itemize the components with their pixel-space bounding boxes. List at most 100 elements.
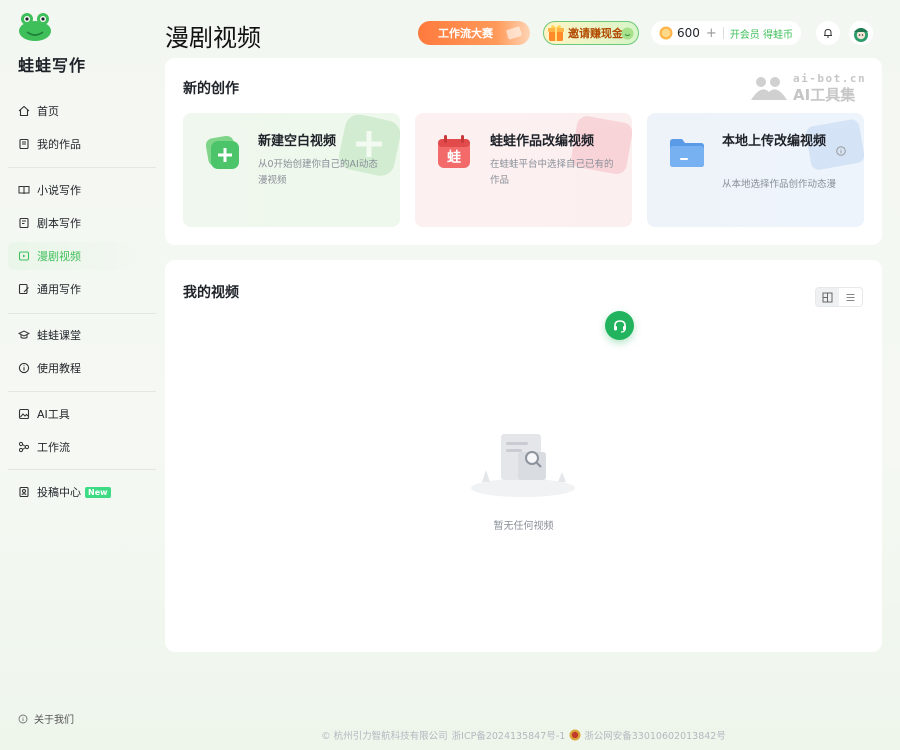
option-title: 本地上传改编视频: [722, 134, 827, 149]
sidebar-item-my-works[interactable]: 我的作品: [8, 130, 156, 158]
ticket-icon: [506, 26, 522, 40]
smile-coin-icon: [621, 27, 634, 40]
empty-state-text: 暂无任何视频: [493, 521, 554, 532]
about-us-label: 关于我们: [34, 715, 74, 726]
headset-icon: [613, 319, 626, 333]
sidebar-item-label: 我的作品: [37, 138, 81, 151]
nav-group-writing: 小说写作 剧本写作 漫剧视频 通用写作: [8, 176, 156, 303]
watermark: ai-bot.cn AI工具集: [749, 70, 873, 104]
watermark-logo-icon: [751, 77, 787, 100]
footer-icp-link[interactable]: 浙ICP备2024135847号-1: [452, 728, 566, 742]
new-creation-card: 新的创作 ai-bot.cn AI工具集 新建空白视频 从0开始创建你自己的AI…: [165, 58, 882, 245]
frog-work-icon-char: 蛙: [447, 150, 461, 166]
new-badge: New: [85, 486, 111, 498]
nav-group-learn: 蛙蛙课堂 使用教程: [8, 321, 156, 382]
frog-logo-icon: [19, 13, 51, 41]
notification-button[interactable]: [816, 21, 840, 45]
sidebar-item-classroom[interactable]: 蛙蛙课堂: [8, 321, 156, 349]
info-circle-icon: [18, 362, 30, 374]
option-title: 新建空白视频: [258, 134, 337, 149]
about-us-link[interactable]: 关于我们: [18, 711, 74, 726]
grid-view-button[interactable]: [816, 288, 839, 306]
sidebar-item-script[interactable]: 剧本写作: [8, 209, 156, 237]
info-small-icon: [836, 146, 846, 156]
sidebar-item-label: 投稿中心: [37, 486, 81, 499]
list-view-button[interactable]: [839, 288, 862, 306]
video-icon: [18, 251, 30, 261]
new-creation-title: 新的创作: [183, 81, 239, 97]
edit-doc-icon: [18, 283, 29, 295]
nav-group-main: 首页 我的作品: [8, 97, 156, 158]
workflow-contest-button[interactable]: 工作流大赛: [418, 21, 530, 45]
local-upload-option[interactable]: 本地上传改编视频 从本地选择作品创作动态漫: [647, 113, 864, 227]
my-videos-title: 我的视频: [183, 285, 239, 301]
graduation-cap-icon: [18, 330, 30, 339]
sidebar-item-workflow[interactable]: 工作流: [8, 433, 156, 461]
option-description: 从0开始创建你自己的AI动态漫视频: [258, 159, 378, 186]
script-icon: [19, 217, 29, 229]
police-badge-icon: [569, 729, 581, 741]
bell-icon: [824, 28, 832, 38]
pill-divider: [722, 27, 724, 39]
book-icon: [19, 138, 29, 150]
home-icon: [18, 105, 30, 117]
footer-police-link[interactable]: 浙公网安备33010602013842号: [584, 728, 726, 742]
coin-count: 600: [677, 26, 700, 40]
adapt-frog-work-option[interactable]: 蛙 蛙蛙作品改编视频 在蛙蛙平台中选择自己已有的作品: [415, 113, 632, 227]
image-tool-icon: [18, 408, 30, 420]
sidebar-item-label: 漫剧视频: [37, 250, 81, 263]
empty-state-illustration: [471, 434, 575, 497]
nav-divider: [8, 167, 156, 168]
open-book-icon: [18, 186, 30, 195]
workflow-contest-label: 工作流大赛: [438, 27, 493, 40]
sidebar-item-label: 通用写作: [37, 283, 81, 296]
submit-icon: [19, 486, 29, 498]
option-title: 蛙蛙作品改编视频: [490, 134, 595, 149]
sidebar-item-label: 蛙蛙课堂: [37, 329, 81, 342]
nav-divider: [8, 469, 156, 470]
sidebar-item-label: 使用教程: [37, 362, 81, 375]
footer-company: © 杭州引力智航科技有限公司: [321, 731, 448, 742]
gift-icon: [548, 25, 564, 41]
sidebar-item-label: AI工具: [37, 408, 70, 421]
watermark-name: AI工具集: [793, 86, 856, 104]
app-logo[interactable]: 蛙蛙写作: [18, 12, 85, 75]
sidebar-item-tutorial[interactable]: 使用教程: [8, 354, 156, 382]
coin-balance: 600 + 开会员 得蛙币: [651, 21, 801, 45]
workflow-icon: [18, 441, 30, 453]
nav-group-submit: 投稿中心 New: [8, 478, 156, 506]
sidebar-item-label: 工作流: [37, 441, 70, 454]
list-icon: [846, 293, 855, 301]
new-blank-video-option[interactable]: 新建空白视频 从0开始创建你自己的AI动态漫视频: [183, 113, 400, 227]
sidebar: 蛙蛙写作 首页 我的作品 小说写作 剧本写作 漫剧视频 通用写作 蛙蛙课堂 使用…: [0, 0, 165, 750]
membership-link[interactable]: 开会员 得蛙币: [730, 26, 793, 41]
page-title: 漫剧视频: [165, 24, 261, 52]
nav-group-tools: AI工具 工作流: [8, 400, 156, 461]
folder-icon: [670, 139, 704, 167]
sidebar-item-label: 小说写作: [37, 184, 81, 197]
sidebar-item-submission[interactable]: 投稿中心 New: [8, 478, 156, 506]
new-blank-icon: [205, 135, 239, 169]
avatar-icon: [854, 28, 868, 42]
user-avatar[interactable]: [849, 21, 873, 45]
sidebar-item-novel[interactable]: 小说写作: [8, 176, 156, 204]
info-circle-icon: [18, 714, 28, 723]
option-description: 在蛙蛙平台中选择自己已有的作品: [490, 159, 614, 186]
frog-work-icon: 蛙: [435, 133, 473, 171]
sidebar-item-general[interactable]: 通用写作: [8, 275, 156, 303]
nav-divider: [8, 313, 156, 314]
option-description: 从本地选择作品创作动态漫: [722, 179, 837, 190]
sidebar-item-ai-tools[interactable]: AI工具: [8, 400, 156, 428]
invite-cash-button[interactable]: 邀请赚现金: [543, 21, 639, 45]
nav-divider: [8, 391, 156, 392]
sidebar-item-comic-video[interactable]: 漫剧视频: [8, 242, 156, 270]
grid-icon: [822, 292, 833, 302]
app-name: 蛙蛙写作: [18, 56, 87, 75]
sidebar-item-home[interactable]: 首页: [8, 97, 156, 125]
frog-coin-icon: [659, 26, 673, 40]
view-mode-toggle: [815, 287, 863, 307]
customer-support-button[interactable]: [605, 311, 634, 340]
add-coins-button[interactable]: +: [706, 26, 717, 41]
sidebar-item-label: 首页: [37, 105, 59, 118]
invite-cash-label: 邀请赚现金: [568, 27, 623, 40]
